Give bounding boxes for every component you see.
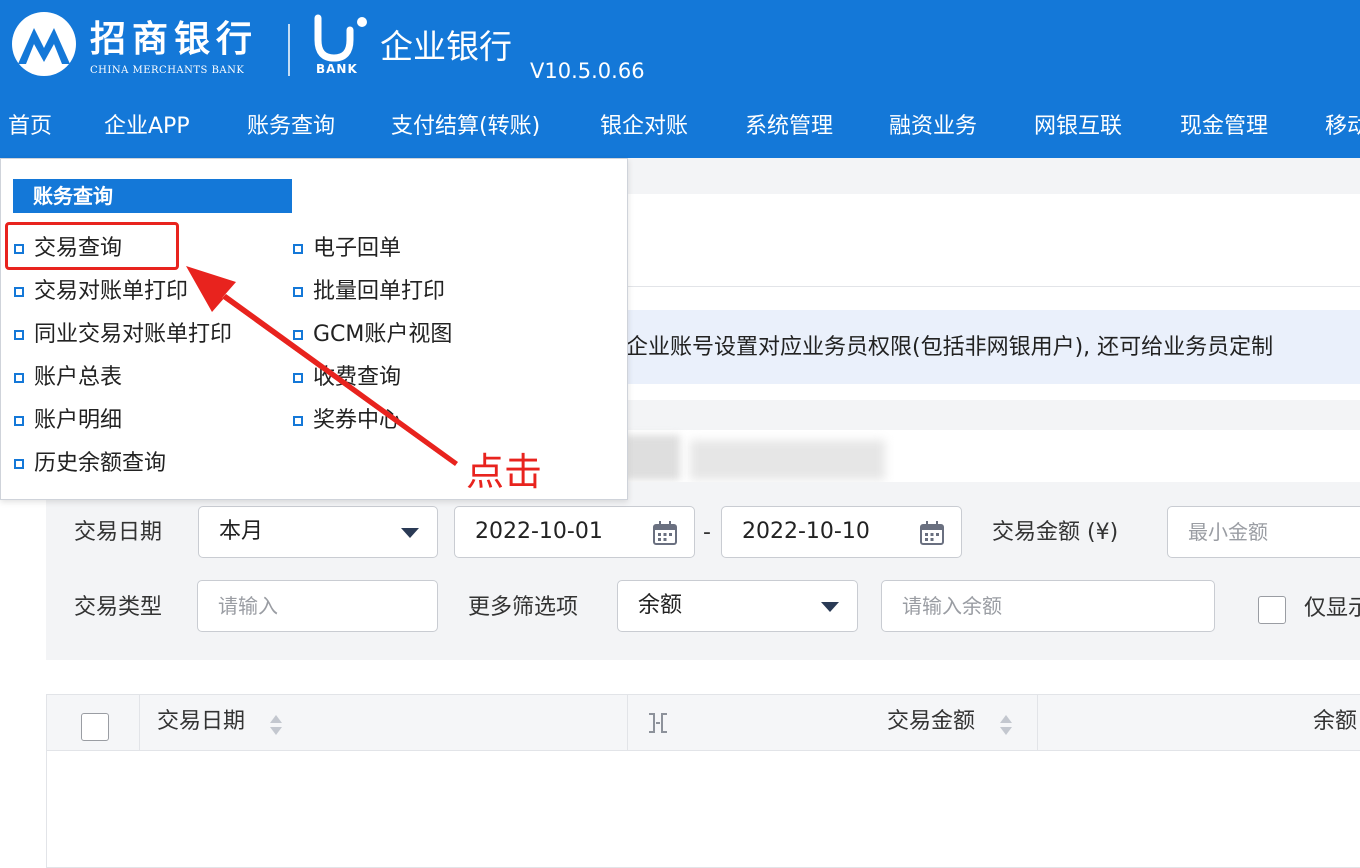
more-filters-label: 更多筛选项 bbox=[468, 595, 579, 620]
header-divider bbox=[288, 24, 290, 76]
bank-name-cn: 招商银行 bbox=[90, 18, 259, 60]
version-label: V10.5.0.66 bbox=[530, 59, 645, 83]
date-range-value: 本月 bbox=[219, 519, 264, 544]
menu-item-label: 账户总表 bbox=[34, 365, 123, 390]
nav-item-account-query[interactable]: 账务查询 bbox=[247, 98, 335, 158]
section-bar bbox=[628, 400, 1360, 430]
nav-item-payment[interactable]: 支付结算(转账) bbox=[391, 98, 540, 158]
notice-text: 企业账号设置对应业务员权限(包括非网银用户), 还可给业务员定制 bbox=[626, 335, 1274, 360]
nav-item-mobile[interactable]: 移动 bbox=[1325, 98, 1360, 158]
bullet-icon bbox=[293, 330, 303, 340]
menu-item-label: 电子回单 bbox=[313, 236, 402, 261]
bullet-icon bbox=[293, 416, 303, 426]
date-range-select[interactable]: 本月 bbox=[198, 506, 438, 558]
end-date-input[interactable]: 2022-10-10 bbox=[721, 506, 962, 558]
column-header-balance[interactable]: 余额 bbox=[1313, 708, 1357, 736]
type-label: 交易类型 bbox=[74, 595, 163, 620]
menu-item-label: 交易对账单打印 bbox=[34, 279, 189, 304]
bank-name-en: CHINA MERCHANTS BANK bbox=[90, 65, 245, 76]
bullet-icon bbox=[14, 287, 24, 297]
nav-item-interconnect[interactable]: 网银互联 bbox=[1034, 98, 1122, 158]
click-annotation: 点击 bbox=[466, 450, 543, 494]
dropdown-title-bar: 账务查询 bbox=[13, 179, 292, 213]
only-show-label: 仅显示 bbox=[1304, 596, 1360, 621]
bullet-icon bbox=[14, 330, 24, 340]
min-amount-input[interactable]: 最小金额 bbox=[1167, 506, 1360, 558]
bullet-icon bbox=[14, 416, 24, 426]
sort-icon[interactable] bbox=[999, 713, 1013, 737]
main-nav: 首页 企业APP 账务查询 支付结算(转账) 银企对账 系统管理 融资业务 网银… bbox=[0, 98, 1360, 158]
nav-item-reconciliation[interactable]: 银企对账 bbox=[600, 98, 688, 158]
divider bbox=[628, 286, 1360, 287]
column-resize-icon[interactable] bbox=[645, 711, 671, 735]
start-date-value: 2022-10-01 bbox=[475, 519, 603, 544]
table-header: 交易日期 交易金额 余额 bbox=[47, 695, 1360, 751]
balance-placeholder: 请输入余额 bbox=[902, 594, 1002, 618]
chevron-down-icon bbox=[401, 528, 419, 538]
ubank-label: BANK bbox=[316, 62, 358, 76]
highlight-box bbox=[5, 222, 179, 270]
sort-icon[interactable] bbox=[269, 713, 283, 737]
dropdown-title: 账务查询 bbox=[33, 184, 113, 208]
nav-item-home[interactable]: 首页 bbox=[8, 98, 52, 158]
menu-item-label: 账户明细 bbox=[34, 408, 123, 433]
bank-logo-icon bbox=[12, 12, 76, 76]
column-divider bbox=[1037, 695, 1038, 751]
bullet-icon bbox=[293, 287, 303, 297]
notice-banner: 企业账号设置对应业务员权限(包括非网银用户), 还可给业务员定制 bbox=[600, 310, 1360, 384]
filter-panel: 交易日期 本月 2022-10-01 - 2022-10-10 交易金额 (¥)… bbox=[46, 482, 1360, 660]
calendar-icon[interactable] bbox=[919, 520, 945, 546]
bullet-icon bbox=[293, 373, 303, 383]
end-date-value: 2022-10-10 bbox=[742, 519, 870, 544]
type-placeholder: 请输入 bbox=[218, 594, 278, 618]
menu-item-label: 历史余额查询 bbox=[34, 451, 167, 476]
balance-input[interactable]: 请输入余额 bbox=[881, 580, 1215, 632]
nav-item-system[interactable]: 系统管理 bbox=[745, 98, 833, 158]
product-title: 企业银行 bbox=[380, 27, 512, 66]
menu-item-label: 批量回单打印 bbox=[313, 279, 446, 304]
nav-item-financing[interactable]: 融资业务 bbox=[889, 98, 977, 158]
more-filters-select[interactable]: 余额 bbox=[617, 580, 858, 632]
nav-item-cash-management[interactable]: 现金管理 bbox=[1180, 98, 1268, 158]
redacted-area bbox=[625, 435, 680, 480]
column-divider bbox=[139, 695, 140, 751]
calendar-icon[interactable] bbox=[652, 520, 678, 546]
chevron-down-icon bbox=[821, 602, 839, 612]
select-all-checkbox[interactable] bbox=[81, 713, 109, 741]
bullet-icon bbox=[14, 373, 24, 383]
menu-item-label: 收费查询 bbox=[313, 365, 402, 390]
redacted-area bbox=[690, 440, 885, 480]
more-filters-value: 余额 bbox=[638, 593, 683, 618]
bullet-icon bbox=[14, 459, 24, 469]
menu-item-label: 奖券中心 bbox=[313, 408, 402, 433]
bullet-icon bbox=[293, 244, 303, 254]
column-header-amount[interactable]: 交易金额 bbox=[887, 708, 975, 736]
date-separator: - bbox=[703, 520, 711, 545]
app-header: 招商银行 CHINA MERCHANTS BANK BANK 企业银行 V10.… bbox=[0, 0, 1360, 98]
transaction-table: 交易日期 交易金额 余额 bbox=[46, 694, 1360, 868]
page-toolbar-area bbox=[628, 158, 1360, 194]
type-input[interactable]: 请输入 bbox=[197, 580, 438, 632]
nav-item-corp-app[interactable]: 企业APP bbox=[104, 98, 190, 158]
min-amount-placeholder: 最小金额 bbox=[1188, 520, 1268, 544]
date-label: 交易日期 bbox=[74, 520, 163, 545]
menu-item-label: GCM账户视图 bbox=[313, 322, 453, 347]
only-show-checkbox[interactable] bbox=[1258, 596, 1286, 624]
column-header-date[interactable]: 交易日期 bbox=[157, 708, 245, 736]
menu-item-label: 同业交易对账单打印 bbox=[34, 322, 233, 347]
amount-label: 交易金额 (¥) bbox=[992, 520, 1119, 545]
column-divider bbox=[627, 695, 628, 751]
start-date-input[interactable]: 2022-10-01 bbox=[454, 506, 695, 558]
